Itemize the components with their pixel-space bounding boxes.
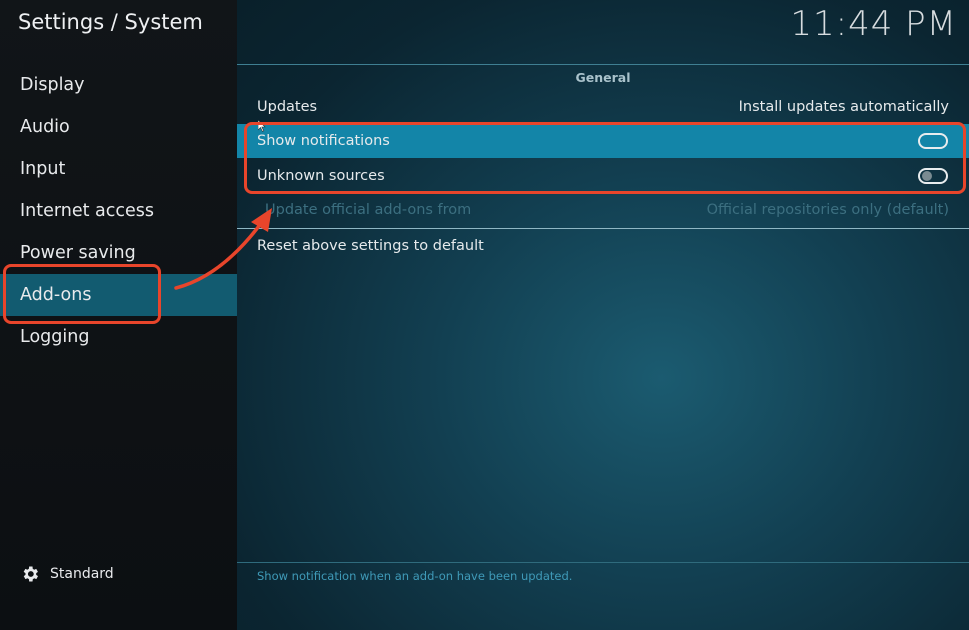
setting-label: Updates [257,99,318,115]
sidebar-item-input[interactable]: Input [0,148,237,190]
divider [237,64,969,65]
setting-label: Show notifications [257,133,390,149]
setting-description: Show notification when an add-on have be… [257,569,573,583]
setting-update-official-addons-from: Update official add-ons from Official re… [237,193,969,227]
page-title: Settings / System [18,10,203,34]
setting-label: Unknown sources [257,168,385,184]
settings-level-label: Standard [50,566,114,582]
setting-label: Update official add-ons from [265,202,472,218]
sidebar-item-internet-access[interactable]: Internet access [0,190,237,232]
sidebar-item-add-ons[interactable]: Add-ons [0,274,237,316]
setting-updates[interactable]: Updates Install updates automatically [237,90,969,124]
settings-panel: 11:44 PM General Updates Install updates… [237,0,969,630]
settings-nav: Display Audio Input Internet access Powe… [0,64,237,358]
sidebar-item-power-saving[interactable]: Power saving [0,232,237,274]
sidebar-item-audio[interactable]: Audio [0,106,237,148]
section-title: General [575,70,631,85]
sidebar-item-logging[interactable]: Logging [0,316,237,358]
unknown-sources-toggle[interactable] [918,168,948,184]
setting-value: Install updates automatically [738,99,949,115]
divider [237,562,969,563]
sidebar-item-display[interactable]: Display [0,64,237,106]
setting-unknown-sources[interactable]: Unknown sources [237,159,969,193]
gear-icon [23,566,38,582]
settings-level-button[interactable]: Standard [20,563,114,585]
show-notifications-toggle[interactable] [918,133,948,149]
sidebar: Settings / System Display Audio Input In… [0,0,237,630]
setting-show-notifications[interactable]: Show notifications [237,124,969,158]
reset-settings-button[interactable]: Reset above settings to default [237,229,969,263]
mouse-cursor-icon [258,120,266,132]
clock: 11:44 PM [790,4,957,44]
setting-label: Reset above settings to default [257,238,484,254]
setting-value: Official repositories only (default) [706,202,949,218]
